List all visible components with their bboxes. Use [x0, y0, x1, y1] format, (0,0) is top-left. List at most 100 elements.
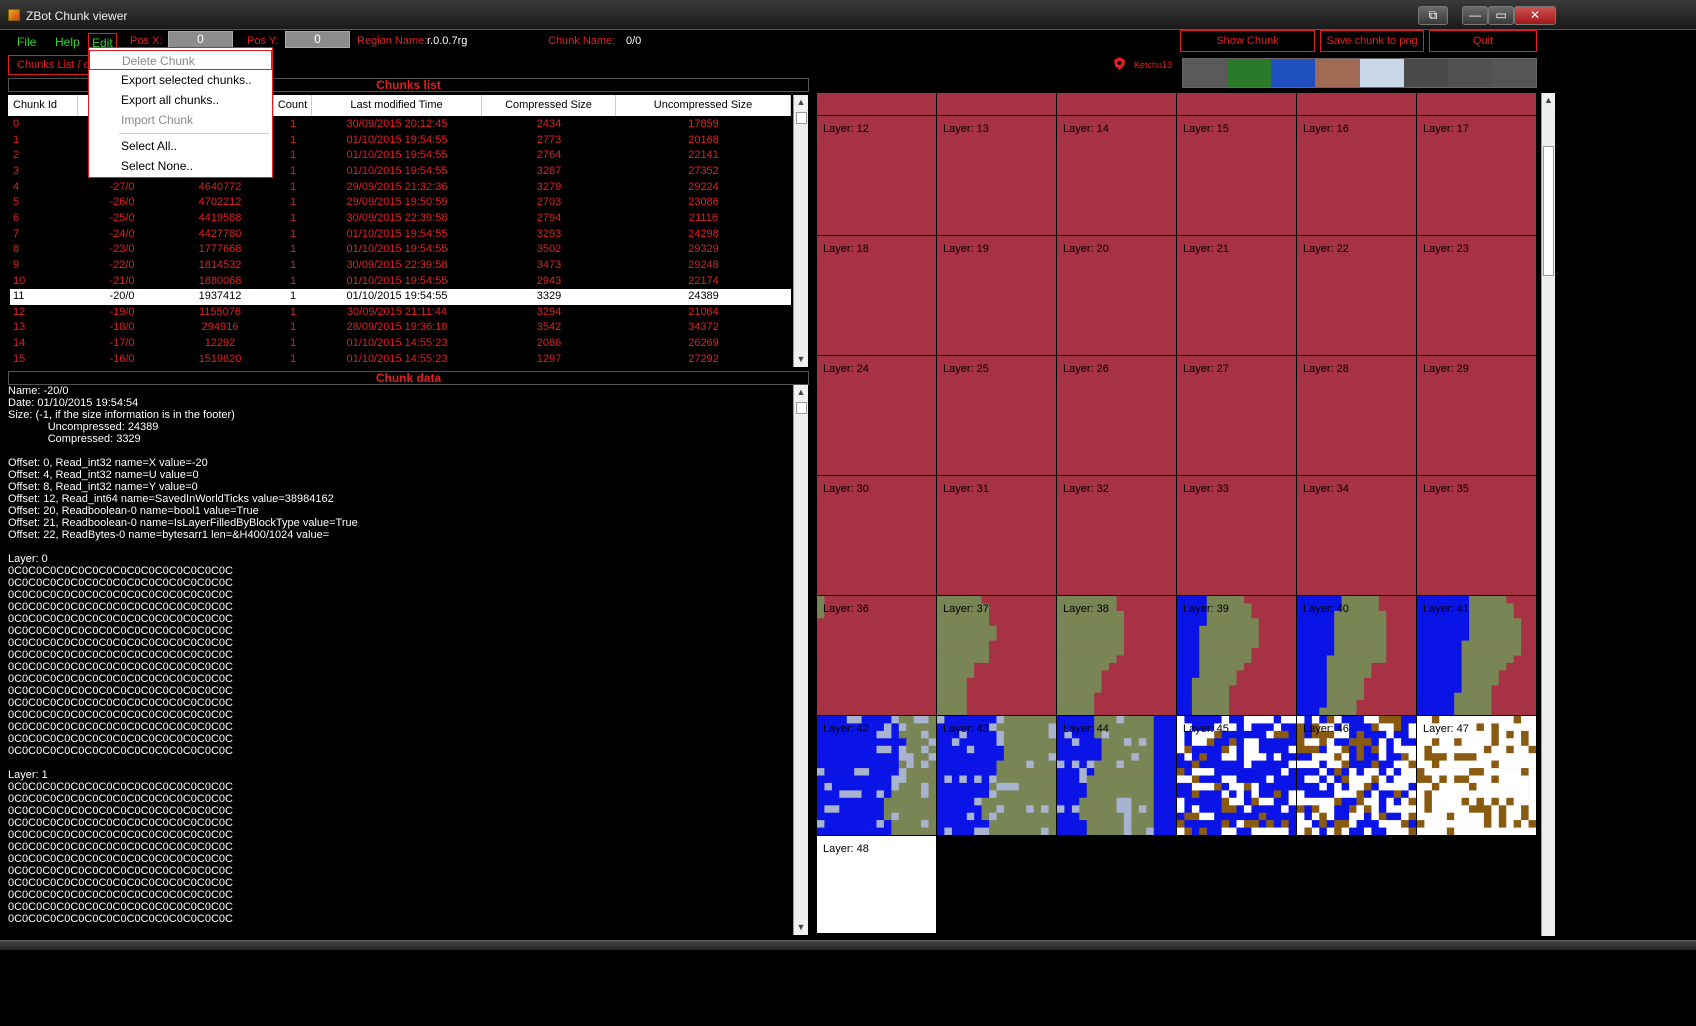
layer-tile[interactable]: Layer: 39 — [1177, 596, 1296, 715]
texture-swatch[interactable] — [1359, 59, 1404, 87]
chunks-list-scrollbar[interactable]: ▲ ▼ — [793, 95, 808, 367]
menu-item-import-chunk[interactable]: Import Chunk — [89, 110, 272, 130]
texture-swatch[interactable] — [1403, 59, 1448, 87]
layer-label: Layer: 46 — [1303, 723, 1349, 735]
layer-tile[interactable]: Layer: 34 — [1297, 476, 1416, 595]
table-row[interactable]: 14 -17/0 12292 1 01/10/2015 14:55:23 2086 2626… — [10, 336, 791, 352]
layer-tile[interactable]: Layer: 28 — [1297, 356, 1416, 475]
layer-tile[interactable] — [1297, 93, 1416, 115]
quit-button[interactable]: Quit — [1429, 30, 1537, 52]
menu-file[interactable]: File — [14, 33, 39, 51]
layer-tile[interactable] — [937, 93, 1056, 115]
menu-help[interactable]: Help — [52, 33, 83, 51]
table-row[interactable]: 4 -27/0 4640772 1 29/09/2015 21:32:36 3279 292… — [10, 180, 791, 196]
layer-tile[interactable] — [1057, 93, 1176, 115]
texture-swatch[interactable] — [1315, 59, 1360, 87]
layer-tile[interactable]: Layer: 21 — [1177, 236, 1296, 355]
menu-item-delete-chunk[interactable]: Delete Chunk — [89, 50, 272, 70]
texture-swatch[interactable] — [1271, 59, 1316, 87]
pos-x-input[interactable]: 0 — [168, 31, 233, 48]
table-cell: 12 — [13, 305, 26, 318]
scroll-thumb[interactable] — [796, 112, 807, 124]
layer-tile[interactable]: Layer: 13 — [937, 116, 1056, 235]
scroll-thumb[interactable] — [1543, 146, 1554, 276]
save-chunk-png-button[interactable]: Save chunk to png — [1320, 30, 1424, 52]
texture-swatch[interactable] — [1447, 59, 1492, 87]
layer-tile[interactable]: Layer: 48 — [817, 836, 936, 933]
texture-swatch[interactable] — [1227, 59, 1272, 87]
layer-grid-scrollbar[interactable]: ▲ — [1541, 93, 1555, 936]
layer-tile[interactable]: Layer: 18 — [817, 236, 936, 355]
scroll-down-icon[interactable]: ▼ — [794, 920, 808, 935]
layer-tile[interactable]: Layer: 42 — [817, 716, 936, 835]
layer-tile[interactable]: Layer: 33 — [1177, 476, 1296, 595]
table-row[interactable]: 13 -18/0 294916 1 28/09/2015 19:36:18 3542 343… — [10, 320, 791, 336]
tab-chunks-list[interactable]: Chunks List / d — [8, 55, 93, 75]
table-row[interactable]: 11 -20/0 1937412 1 01/10/2015 19:54:55 3329 24… — [10, 289, 791, 305]
scroll-up-icon[interactable]: ▲ — [794, 385, 808, 400]
menu-item-select-all[interactable]: Select All.. — [89, 136, 272, 156]
layer-tile[interactable]: Layer: 45 — [1177, 716, 1296, 835]
layer-tile[interactable]: Layer: 12 — [817, 116, 936, 235]
pos-y-input[interactable]: 0 — [285, 31, 350, 48]
layer-tile[interactable]: Layer: 29 — [1417, 356, 1536, 475]
layer-tile[interactable]: Layer: 24 — [817, 356, 936, 475]
layer-tile[interactable]: Layer: 43 — [937, 716, 1056, 835]
scroll-down-icon[interactable]: ▼ — [794, 352, 808, 367]
column-header[interactable]: Chunk Id — [8, 95, 78, 116]
layer-tile[interactable] — [1177, 93, 1296, 115]
layer-tile[interactable]: Layer: 37 — [937, 596, 1056, 715]
table-row[interactable]: 5 -26/0 4702212 1 29/09/2015 19:50:59 2703 230… — [10, 195, 791, 211]
layer-tile[interactable]: Layer: 22 — [1297, 236, 1416, 355]
table-row[interactable]: 10 -21/0 1880068 1 01/10/2015 19:54:55 2943 22… — [10, 274, 791, 290]
layer-tile[interactable]: Layer: 14 — [1057, 116, 1176, 235]
texture-swatch[interactable] — [1491, 59, 1536, 87]
column-header[interactable]: Compressed Size — [482, 95, 616, 116]
layer-tile[interactable]: Layer: 38 — [1057, 596, 1176, 715]
layer-tile[interactable] — [817, 93, 936, 115]
column-header[interactable]: Count — [274, 95, 312, 116]
layer-tile[interactable]: Layer: 36 — [817, 596, 936, 715]
layer-tile[interactable]: Layer: 46 — [1297, 716, 1416, 835]
layer-tile[interactable]: Layer: 17 — [1417, 116, 1536, 235]
minimize-button[interactable]: — — [1462, 6, 1488, 25]
close-button[interactable]: ✕ — [1514, 6, 1556, 25]
layer-tile[interactable] — [1417, 93, 1536, 115]
scroll-up-icon[interactable]: ▲ — [1542, 93, 1555, 108]
table-row[interactable]: 7 -24/0 4427780 1 01/10/2015 19:54:55 3293 242… — [10, 227, 791, 243]
column-header[interactable]: Last modified Time — [312, 95, 482, 116]
layer-tile[interactable]: Layer: 44 — [1057, 716, 1176, 835]
table-row[interactable]: 6 -25/0 4419588 1 30/09/2015 22:39:58 2794 211… — [10, 211, 791, 227]
layer-tile[interactable]: Layer: 41 — [1417, 596, 1536, 715]
show-chunk-button[interactable]: Show Chunk — [1180, 30, 1315, 52]
layer-tile[interactable]: Layer: 23 — [1417, 236, 1536, 355]
chunk-data-text[interactable]: Name: -20/0 Date: 01/10/2015 19:54:54 Si… — [8, 385, 792, 935]
restore-icon[interactable]: ⧉ — [1418, 6, 1448, 25]
menu-item-export-all[interactable]: Export all chunks.. — [89, 90, 272, 110]
layer-tile[interactable]: Layer: 31 — [937, 476, 1056, 595]
maximize-button[interactable]: ▭ — [1488, 6, 1514, 25]
layer-tile[interactable]: Layer: 40 — [1297, 596, 1416, 715]
table-row[interactable]: 15 -16/0 1519620 1 01/10/2015 14:55:23 1297 27… — [10, 352, 791, 368]
scroll-thumb[interactable] — [796, 402, 807, 414]
column-header[interactable]: Uncompressed Size — [616, 95, 791, 116]
layer-tile[interactable]: Layer: 19 — [937, 236, 1056, 355]
layer-tile[interactable]: Layer: 32 — [1057, 476, 1176, 595]
menu-item-export-selected[interactable]: Export selected chunks.. — [89, 70, 272, 90]
layer-tile[interactable]: Layer: 47 — [1417, 716, 1536, 835]
scroll-up-icon[interactable]: ▲ — [794, 95, 808, 110]
table-row[interactable]: 8 -23/0 1777668 1 01/10/2015 19:54:55 3502 293… — [10, 242, 791, 258]
layer-tile[interactable]: Layer: 35 — [1417, 476, 1536, 595]
layer-tile[interactable]: Layer: 16 — [1297, 116, 1416, 235]
layer-tile[interactable]: Layer: 20 — [1057, 236, 1176, 355]
menu-item-select-none[interactable]: Select None.. — [89, 156, 272, 176]
table-row[interactable]: 12 -19/0 1155076 1 30/09/2015 21:11:44 3294 21… — [10, 305, 791, 321]
chunk-data-scrollbar[interactable]: ▲ ▼ — [793, 385, 808, 935]
layer-tile[interactable]: Layer: 15 — [1177, 116, 1296, 235]
texture-swatch[interactable] — [1183, 59, 1228, 87]
table-row[interactable]: 9 -22/0 1814532 1 30/09/2015 22:39:58 3473 292… — [10, 258, 791, 274]
layer-tile[interactable]: Layer: 25 — [937, 356, 1056, 475]
layer-tile[interactable]: Layer: 30 — [817, 476, 936, 595]
layer-tile[interactable]: Layer: 27 — [1177, 356, 1296, 475]
layer-tile[interactable]: Layer: 26 — [1057, 356, 1176, 475]
